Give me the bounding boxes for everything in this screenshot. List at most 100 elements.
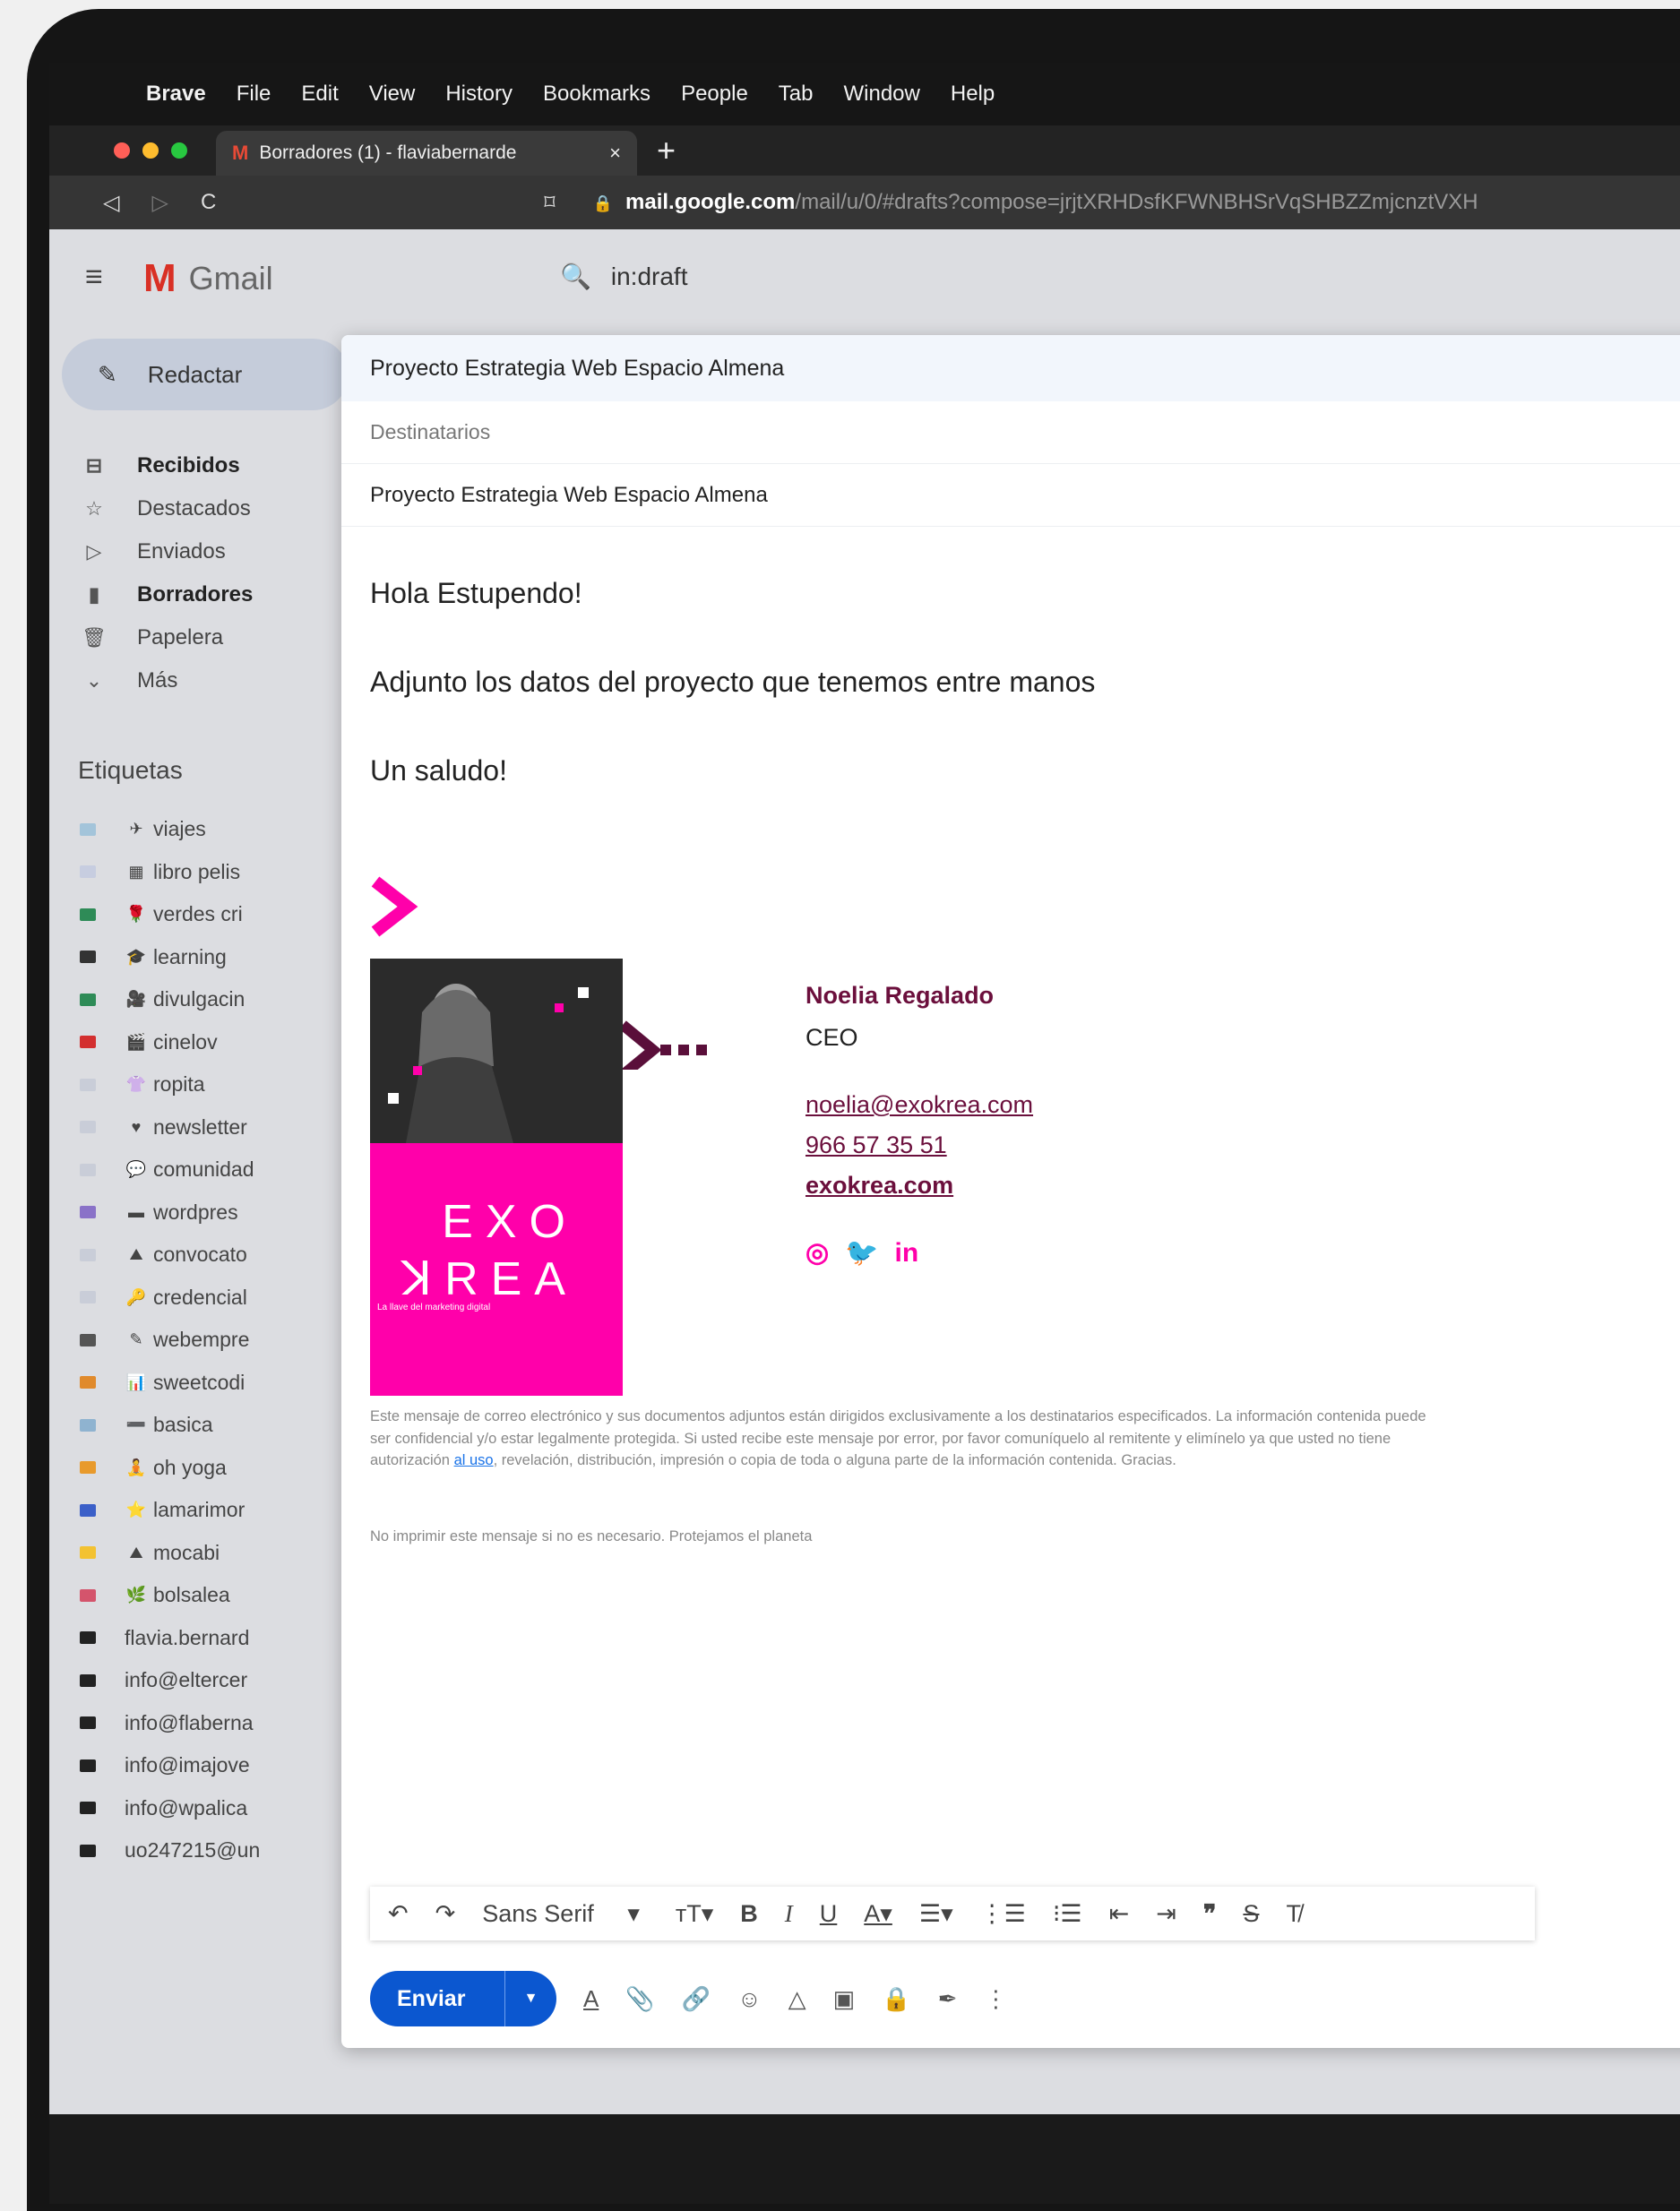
font-family-select[interactable]: Sans Serif ▾ <box>482 1900 640 1928</box>
sidebar-item-0[interactable]: ⊟ Recibidos <box>76 444 253 487</box>
send-label: Enviar <box>397 1985 466 2011</box>
font-size-icon[interactable]: ᴛT▾ <box>676 1900 713 1928</box>
menu-edit[interactable]: Edit <box>301 82 338 107</box>
text-color-icon[interactable]: A▾ <box>864 1900 892 1928</box>
align-icon[interactable]: ☰▾ <box>919 1900 953 1928</box>
label-item[interactable]: ✎ webempre <box>80 1319 260 1362</box>
label-item[interactable]: 🧘 oh yoga <box>80 1447 260 1490</box>
clear-formatting-icon[interactable]: T̸ <box>1286 1900 1301 1928</box>
sidebar-item-1[interactable]: ☆ Destacados <box>76 487 253 530</box>
label-item[interactable]: 🌹 verdes cri <box>80 893 260 936</box>
label-item[interactable]: ⛰ convocato <box>80 1234 260 1277</box>
signature-phone-link[interactable]: 966 57 35 51 <box>806 1131 1033 1159</box>
legal-link[interactable]: al uso <box>454 1452 494 1468</box>
label-item[interactable]: info@flaberna <box>80 1702 260 1745</box>
sidebar-item-2[interactable]: ▷ Enviados <box>76 530 253 573</box>
sidebar-item-5[interactable]: ⌄ Más <box>76 659 253 702</box>
formatting-options-icon[interactable]: A <box>583 1985 599 2013</box>
search-icon[interactable]: 🔍 <box>560 262 591 290</box>
recipients-field[interactable]: Destinatarios <box>341 401 1680 464</box>
url-field[interactable]: 🔒 mail.google.com/mail/u/0/#drafts?compos… <box>593 190 1478 215</box>
zoom-window-button[interactable] <box>171 142 187 159</box>
label-item[interactable]: 💬 comunidad <box>80 1149 260 1192</box>
gmail-logo[interactable]: M Gmail <box>143 256 273 301</box>
minimize-window-button[interactable] <box>142 142 159 159</box>
label-item[interactable]: 👚 ropita <box>80 1063 260 1106</box>
schedule-send-dropdown-icon[interactable]: ▼ <box>504 1971 556 2026</box>
menu-file[interactable]: File <box>237 82 271 107</box>
pencil-icon: ✎ <box>98 360 117 388</box>
bulleted-list-icon[interactable]: ⁝☰ <box>1053 1900 1082 1928</box>
indent-more-icon[interactable]: ⇥ <box>1156 1900 1176 1928</box>
label-item[interactable]: flavia.bernard <box>80 1617 260 1660</box>
back-icon[interactable]: ◁ <box>103 190 119 216</box>
close-tab-icon[interactable]: × <box>609 142 621 165</box>
label-item[interactable]: 🔑 credencial <box>80 1277 260 1320</box>
sidebar-item-3[interactable]: ▮ Borradores <box>76 573 253 616</box>
compose-title[interactable]: Proyecto Estrategia Web Espacio Almena <box>341 335 1680 401</box>
linkedin-icon[interactable]: in <box>895 1238 919 1269</box>
label-item[interactable]: 🎓 learning <box>80 936 260 979</box>
label-item[interactable]: ⭐ lamarimor <box>80 1489 260 1532</box>
signature: EXO ꓘREA La llave del marketing digital … <box>341 873 1327 1410</box>
signature-web-link[interactable]: exokrea.com <box>806 1172 1033 1200</box>
label-item[interactable]: 🌿 bolsalea <box>80 1574 260 1617</box>
compose-button[interactable]: ✎ Redactar <box>62 339 349 410</box>
label-item[interactable]: ⛰ mocabi <box>80 1532 260 1575</box>
menu-icon[interactable]: ≡ <box>85 260 103 295</box>
more-options-icon[interactable]: ⋮ <box>984 1985 1007 2013</box>
italic-icon[interactable]: I <box>785 1900 793 1928</box>
message-body[interactable]: Hola Estupendo! Adjunto los datos del pr… <box>370 577 1624 843</box>
attach-icon[interactable]: 📎 <box>625 1985 654 2013</box>
label-item[interactable]: uo247215@un <box>80 1829 260 1872</box>
signature-icon[interactable]: ✒ <box>938 1985 958 2013</box>
confidential-icon[interactable]: 🔒 <box>882 1985 910 2013</box>
label-name: webempre <box>153 1328 250 1352</box>
menu-view[interactable]: View <box>369 82 416 107</box>
label-item[interactable]: 🎬 cinelov <box>80 1021 260 1064</box>
label-item[interactable]: info@eltercer <box>80 1659 260 1702</box>
close-window-button[interactable] <box>114 142 130 159</box>
browser-tab[interactable]: M Borradores (1) - flaviabernarde × <box>216 131 637 176</box>
label-item[interactable]: info@imajove <box>80 1744 260 1787</box>
quote-icon[interactable]: ❞ <box>1203 1900 1217 1928</box>
label-item[interactable]: info@wpalica <box>80 1787 260 1830</box>
menu-tab[interactable]: Tab <box>779 82 814 107</box>
label-item[interactable]: 🎥 divulgacin <box>80 978 260 1021</box>
drive-icon[interactable]: △ <box>788 1985 806 2013</box>
menu-history[interactable]: History <box>445 82 513 107</box>
link-icon[interactable]: 🔗 <box>682 1985 711 2013</box>
forward-icon[interactable]: ▷ <box>151 190 168 216</box>
twitter-icon[interactable]: 🐦 <box>845 1237 878 1269</box>
label-item[interactable]: 📊 sweetcodi <box>80 1362 260 1405</box>
undo-icon[interactable]: ↶ <box>388 1900 409 1928</box>
indent-less-icon[interactable]: ⇤ <box>1109 1900 1130 1928</box>
subject-field[interactable]: Proyecto Estrategia Web Espacio Almena <box>341 464 1680 527</box>
search-input[interactable]: 🔍 in:draft <box>560 262 687 291</box>
underline-icon[interactable]: U <box>820 1900 838 1928</box>
instagram-icon[interactable]: ◎ <box>806 1237 829 1269</box>
menu-window[interactable]: Window <box>844 82 920 107</box>
menu-app-name[interactable]: Brave <box>146 82 206 107</box>
reload-icon[interactable]: C <box>201 190 216 216</box>
redo-icon[interactable]: ↷ <box>435 1900 456 1928</box>
label-item[interactable]: ▦ libro pelis <box>80 851 260 894</box>
strikethrough-icon[interactable]: S <box>1243 1900 1259 1928</box>
sidebar-item-4[interactable]: 🗑 Papelera <box>76 616 253 659</box>
numbered-list-icon[interactable]: ⋮☰ <box>980 1900 1026 1928</box>
photo-icon[interactable]: ▣ <box>833 1985 856 2013</box>
label-item[interactable]: ♥ newsletter <box>80 1106 260 1149</box>
signature-email-link[interactable]: noelia@exokrea.com <box>806 1091 1033 1119</box>
formatting-toolbar: ↶ ↷ Sans Serif ▾ ᴛT▾ B I U A▾ ☰▾ ⋮☰ ⁝☰ ⇤… <box>370 1887 1535 1940</box>
send-button[interactable]: Enviar ▼ <box>370 1971 556 2026</box>
new-tab-icon[interactable]: + <box>657 132 676 169</box>
label-item[interactable]: ▬ wordpres <box>80 1192 260 1235</box>
menu-help[interactable]: Help <box>951 82 995 107</box>
menu-bookmarks[interactable]: Bookmarks <box>543 82 650 107</box>
bold-icon[interactable]: B <box>740 1900 758 1928</box>
bookmark-icon[interactable]: ⌑ <box>544 190 555 216</box>
label-item[interactable]: ✈ viajes <box>80 808 260 851</box>
label-item[interactable]: ➖ basica <box>80 1404 260 1447</box>
menu-people[interactable]: People <box>681 82 748 107</box>
emoji-icon[interactable]: ☺ <box>737 1985 762 2013</box>
